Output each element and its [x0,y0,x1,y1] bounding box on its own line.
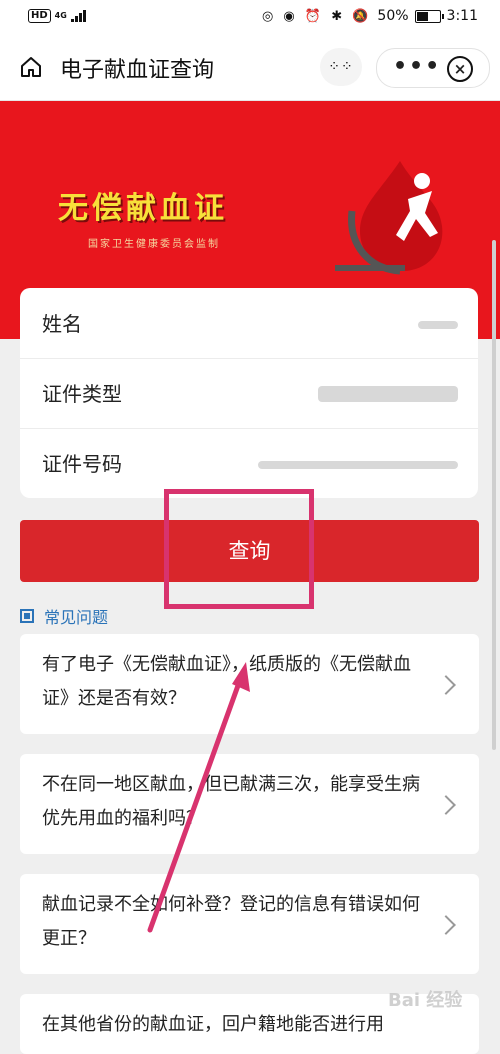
faq-question: 有了电子《无偿献血证》，纸质版的《无偿献血证》还是否有效？ [42,654,411,709]
hd-badge: HD [28,9,51,23]
form-row-id-type[interactable]: 证件类型 [20,358,478,429]
query-form-card: 姓名 证件类型 证件号码 [20,288,478,498]
mini-program-capsule: ••• × [376,48,490,88]
faq-question: 在其他省份的献血证，回户籍地能否进行用 [42,1014,384,1035]
status-icons: ◎ ◉ ⏰ ✱ 🔕 [261,8,372,24]
banner-subtitle: 国家卫生健康委员会监制 [88,239,220,250]
chevron-right-icon [436,675,456,695]
status-bar: HD 4G ◎ ◉ ⏰ ✱ 🔕 50% 3:11 [0,0,500,34]
watermark: Bai 经验 [388,990,463,1011]
id-number-label: 证件号码 [42,452,122,476]
faq-icon [20,609,34,623]
id-type-label: 证件类型 [42,382,122,406]
home-icon[interactable] [20,56,42,78]
page-title: 电子献血证查询 [60,58,215,83]
signal-bars-icon [70,10,86,22]
faq-title: 常见问题 [44,608,109,627]
battery-percent: 50% [377,8,409,24]
form-row-id-number[interactable]: 证件号码 [20,428,478,498]
faq-item[interactable]: 有了电子《无偿献血证》，纸质版的《无偿献血证》还是否有效？ [20,634,479,734]
name-label: 姓名 [42,312,82,336]
battery-icon [414,9,444,23]
faq-header: 常见问题 [20,604,108,628]
id-type-value-blurred[interactable] [318,386,458,402]
faq-question: 不在同一地区献血，但已献满三次，能享受生病优先用血的福利吗？ [42,774,420,829]
clock: 3:11 [446,8,478,24]
faq-item[interactable]: 献血记录不全如何补登？登记的信息有错误如何更正？ [20,874,479,974]
network-type: 4G [54,11,67,20]
form-row-name[interactable]: 姓名 [20,288,478,359]
banner-title: 无偿献血证 [58,191,228,226]
chevron-right-icon [436,915,456,935]
close-button[interactable]: × [447,56,473,82]
annotation-highlight-box [164,489,314,609]
id-number-value-blurred[interactable] [258,461,458,469]
more-button[interactable]: ••• [393,49,441,85]
nav-bar: 电子献血证查询 ⁘⁘ ••• × [0,34,500,101]
scrollbar[interactable] [492,240,496,750]
name-value-blurred[interactable] [418,321,458,329]
faq-question: 献血记录不全如何补登？登记的信息有错误如何更正？ [42,894,420,949]
chevron-right-icon [436,795,456,815]
faq-item[interactable]: 不在同一地区献血，但已献满三次，能享受生病优先用血的福利吗？ [20,754,479,854]
scan-button[interactable]: ⁘⁘ [320,48,362,86]
blood-drop-logo-icon [335,161,443,275]
